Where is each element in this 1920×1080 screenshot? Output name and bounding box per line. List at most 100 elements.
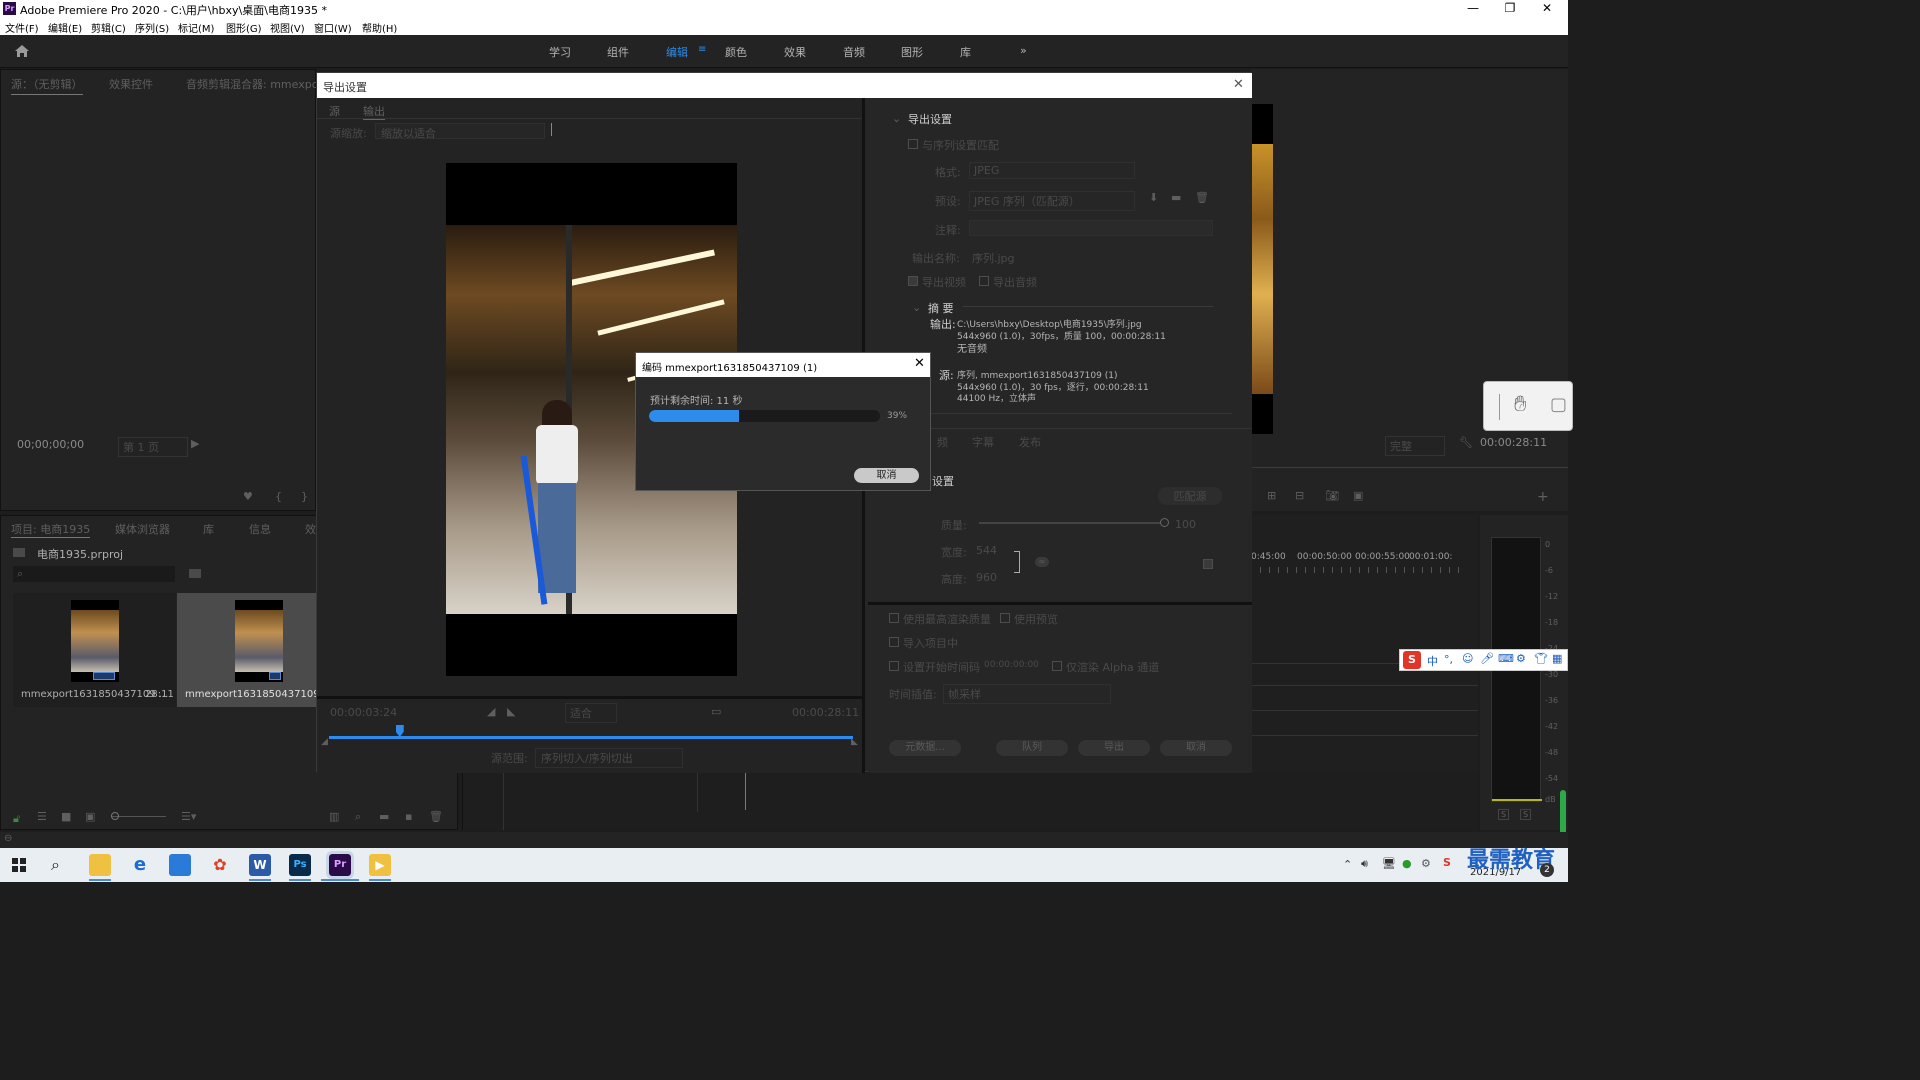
notification-badge[interactable]: 2 xyxy=(1540,863,1554,877)
tray-chevron-icon[interactable]: ⌃ xyxy=(1343,858,1352,871)
save-preset-icon[interactable]: ⬇ xyxy=(1149,191,1158,204)
emoji-icon[interactable]: ☺ xyxy=(1462,652,1473,665)
sort-icon[interactable]: ☰▾ xyxy=(181,810,196,823)
tab-media-browser[interactable]: 媒体浏览器 xyxy=(115,521,170,537)
project-item[interactable]: mmexport1631850437109 ... 28:11 xyxy=(13,593,176,707)
tab-effect-controls[interactable]: 效果控件 xyxy=(109,76,153,92)
format-select[interactable]: JPEG xyxy=(969,162,1135,179)
solo-button[interactable]: S xyxy=(1520,809,1532,820)
type-tool-icon[interactable]: ▢ xyxy=(1550,394,1567,415)
output-name-link[interactable]: 序列.jpg xyxy=(972,250,1015,266)
width-value[interactable]: 544 xyxy=(976,544,997,557)
set-out-icon[interactable]: ◣ xyxy=(507,705,515,718)
workspace-graphics[interactable]: 图形 xyxy=(901,44,923,60)
import-project-checkbox[interactable] xyxy=(889,637,899,647)
edge-browser-icon[interactable]: e xyxy=(129,854,151,876)
solo-button[interactable]: S xyxy=(1498,809,1510,820)
set-start-tc-checkbox[interactable] xyxy=(889,661,899,671)
export-audio-checkbox[interactable] xyxy=(979,276,989,286)
automate-icon[interactable]: ▥ xyxy=(329,810,339,823)
minimize-icon[interactable]: — xyxy=(1463,1,1483,15)
tab-info[interactable]: 信息 xyxy=(249,521,271,537)
list-view-icon[interactable]: ☰ xyxy=(37,810,47,823)
tab-libraries[interactable]: 库 xyxy=(203,521,214,537)
zoom-slider[interactable] xyxy=(111,816,166,817)
fit-select[interactable]: 适合 xyxy=(565,703,617,723)
skin-icon[interactable]: 👕︎ xyxy=(1534,652,1548,665)
collapse-icon[interactable]: ⌄ xyxy=(892,112,901,125)
page-select[interactable]: 第 1 页 xyxy=(118,437,188,457)
workspace-audio[interactable]: 音频 xyxy=(843,44,865,60)
workspace-assembly[interactable]: 组件 xyxy=(607,44,629,60)
preset-select[interactable]: JPEG 序列（匹配源） xyxy=(969,191,1135,211)
program-fit-select[interactable]: 完整 xyxy=(1385,436,1445,456)
in-point-icon[interactable]: ◢ xyxy=(321,737,328,747)
source-scaling-select[interactable]: 缩放以适合 xyxy=(375,123,545,140)
tray-app-icon[interactable]: ⚙ xyxy=(1421,857,1431,870)
app-icon[interactable]: ✿ xyxy=(209,854,231,876)
delete-preset-icon[interactable]: 🗑︎ xyxy=(1195,191,1209,204)
ime-punctuation[interactable]: °, xyxy=(1444,653,1453,666)
close-icon[interactable]: ✕ xyxy=(1537,1,1557,15)
find-icon[interactable]: ⌕ xyxy=(355,810,361,824)
lock-icon[interactable]: 🔓︎ xyxy=(13,812,20,826)
freeform-view-icon[interactable]: ▣ xyxy=(85,810,95,823)
volume-icon[interactable]: 🔊︎ xyxy=(1361,857,1368,871)
marker-icon[interactable]: ♥ xyxy=(243,490,253,503)
height-value[interactable]: 960 xyxy=(976,571,997,584)
sogou-ime-icon[interactable]: S xyxy=(1403,651,1421,669)
comment-field[interactable] xyxy=(969,220,1213,236)
tab-source[interactable]: 源：（无剪辑） xyxy=(11,76,83,95)
tab-audio-mixer[interactable]: 音频剪辑混合器: mmexport1 xyxy=(186,76,334,92)
new-bin-icon[interactable] xyxy=(189,569,201,578)
menu-help[interactable]: 帮助(H) xyxy=(362,20,397,35)
maximize-icon[interactable]: ❐ xyxy=(1500,1,1520,15)
quality-slider-handle[interactable] xyxy=(1160,518,1169,527)
premiere-icon[interactable]: Pr xyxy=(326,851,354,879)
menu-window[interactable]: 窗口(W) xyxy=(314,20,352,35)
use-previews-checkbox[interactable] xyxy=(1000,613,1010,623)
start-tc-value[interactable]: 00:00:00:00 xyxy=(984,660,1039,670)
sogou-tray-icon[interactable]: S xyxy=(1443,856,1451,869)
new-bin-icon[interactable]: ▬ xyxy=(379,810,389,823)
tab-video[interactable]: 频 xyxy=(937,434,948,450)
menu-edit[interactable]: 编辑(E) xyxy=(48,20,82,35)
workspace-menu-icon[interactable]: ≡ xyxy=(698,44,706,55)
max-render-checkbox[interactable] xyxy=(889,613,899,623)
tab-project[interactable]: 项目: 电商1935 xyxy=(11,521,91,538)
timeline-playhead[interactable] xyxy=(745,772,746,810)
play-arrow-icon[interactable]: ▶ xyxy=(191,437,199,450)
aspect-correction-icon[interactable]: ▭ xyxy=(711,705,721,718)
chain-link-icon[interactable]: ∞ xyxy=(1035,557,1049,567)
workspace-libraries[interactable]: 库 xyxy=(960,44,971,60)
icon-view-icon[interactable]: ■ xyxy=(61,810,71,823)
close-icon[interactable]: ✕ xyxy=(914,356,925,371)
metadata-button[interactable]: 元数据... xyxy=(889,740,961,756)
trash-icon[interactable]: 🗑︎ xyxy=(429,810,443,823)
collapse-icon[interactable]: ⌄ xyxy=(912,301,921,314)
mark-in-icon[interactable]: { xyxy=(275,490,282,503)
menu-graphics[interactable]: 图形(G) xyxy=(226,20,262,35)
project-item-selected[interactable]: mmexport1631850437109 (1) xyxy=(177,593,317,707)
new-item-icon[interactable]: ▪ xyxy=(405,810,412,823)
tab-captions[interactable]: 字幕 xyxy=(972,434,994,450)
encoding-cancel-button[interactable]: 取消 xyxy=(854,468,919,483)
resize-checkbox[interactable] xyxy=(1203,559,1213,569)
toolbox-icon[interactable]: ⚙ xyxy=(1516,652,1526,665)
menu-sequence[interactable]: 序列(S) xyxy=(135,20,169,35)
home-icon[interactable] xyxy=(14,44,30,58)
network-icon[interactable]: 🖥︎ xyxy=(1382,857,1396,870)
word-icon[interactable]: W xyxy=(249,854,271,876)
interpolation-select[interactable]: 帧采样 xyxy=(943,684,1111,704)
windows-start-icon[interactable] xyxy=(12,858,26,872)
ime-chinese-mode[interactable]: 中 xyxy=(1427,653,1438,669)
file-explorer-icon[interactable] xyxy=(89,854,111,876)
photos-icon[interactable] xyxy=(169,854,191,876)
cancel-button[interactable]: 取消 xyxy=(1160,740,1232,756)
add-button-icon[interactable]: + xyxy=(1537,489,1549,505)
alpha-only-checkbox[interactable] xyxy=(1052,661,1062,671)
workspace-effects[interactable]: 效果 xyxy=(784,44,806,60)
workspace-editing[interactable]: 编辑 xyxy=(666,44,688,60)
set-in-icon[interactable]: ◢ xyxy=(487,705,495,718)
queue-button[interactable]: 队列 xyxy=(996,740,1068,756)
